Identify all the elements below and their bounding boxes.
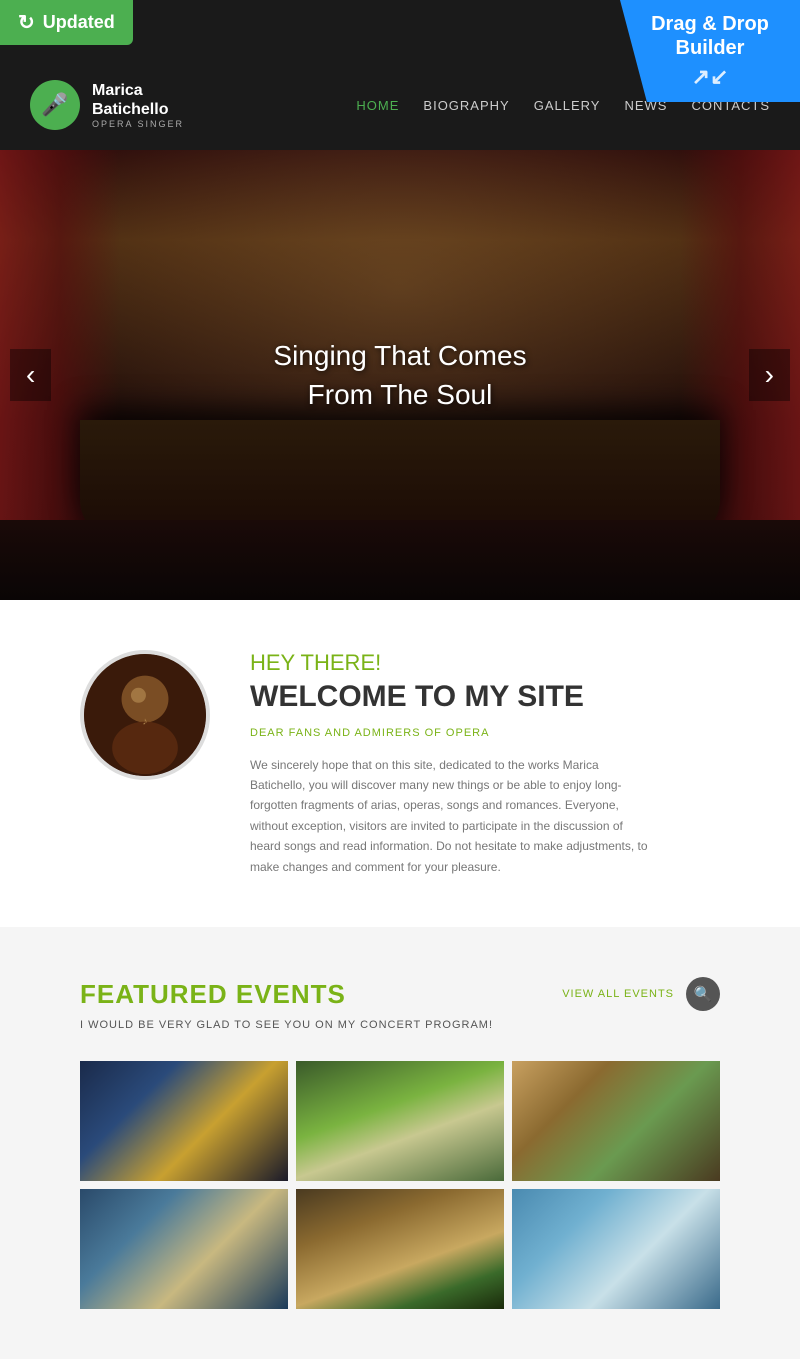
gallery-image-london	[80, 1061, 288, 1181]
svg-text:♪: ♪	[142, 716, 147, 727]
top-bar: ↻ Updated Drag & DropBuilder ↗↙	[0, 0, 800, 60]
artist-name: Marica Batichello	[92, 81, 184, 119]
avatar-portrait: ♪	[84, 650, 206, 780]
gallery-image-paris	[296, 1061, 504, 1181]
search-icon: 🔍	[694, 985, 713, 1003]
dnd-arrows-icon: ↗↙	[638, 64, 782, 90]
fans-label: DEAR FANS AND ADMIRERS OF OPERA	[250, 724, 650, 743]
avatar-container: ♪	[80, 650, 210, 780]
dnd-badge: Drag & DropBuilder ↗↙	[620, 0, 800, 102]
avatar: ♪	[80, 650, 210, 780]
nav-home[interactable]: HOME	[356, 98, 399, 113]
hero-text: Singing That ComesFrom The Soul	[273, 336, 526, 414]
events-subtitle: I WOULD BE VERY GLAD TO SEE YOU ON MY CO…	[80, 1019, 720, 1031]
gallery-item-4[interactable]	[80, 1189, 288, 1309]
site-name: Marica Batichello OPERA SINGER	[92, 81, 184, 129]
nav-biography[interactable]: BIOGRAPHY	[423, 98, 509, 113]
hero-headline: Singing That ComesFrom The Soul	[273, 336, 526, 414]
welcome-body: We sincerely hope that on this site, ded…	[250, 755, 650, 877]
hey-label: HEY THERE!	[250, 650, 650, 676]
gallery-item-6[interactable]	[512, 1189, 720, 1309]
welcome-content: HEY THERE! WELCOME TO MY SITE DEAR FANS …	[250, 650, 650, 877]
welcome-title: WELCOME TO MY SITE	[250, 680, 650, 714]
artist-subtitle: OPERA SINGER	[92, 119, 184, 129]
gallery-item-5[interactable]	[296, 1189, 504, 1309]
gallery-image-colosseum	[296, 1189, 504, 1309]
gallery-grid	[80, 1061, 720, 1309]
updated-label: Updated	[43, 12, 115, 33]
events-title: FEATURED EVENTS	[80, 979, 562, 1010]
logo-area: 🎤 Marica Batichello OPERA SINGER	[30, 80, 184, 130]
events-section: FEATURED EVENTS VIEW ALL EVENTS 🔍 I WOUL…	[0, 927, 800, 1359]
seats-area	[0, 520, 800, 600]
logo-icon: 🎤	[30, 80, 80, 130]
search-button[interactable]: 🔍	[686, 977, 720, 1011]
updated-badge: ↻ Updated	[0, 0, 133, 45]
gallery-image-gaudi	[512, 1061, 720, 1181]
nav-gallery[interactable]: GALLERY	[534, 98, 601, 113]
events-header: FEATURED EVENTS VIEW ALL EVENTS 🔍	[80, 977, 720, 1011]
gallery-image-rio	[512, 1189, 720, 1309]
prev-slide-button[interactable]: ‹	[10, 349, 51, 401]
hero-section: Singing That ComesFrom The Soul ‹ ›	[0, 150, 800, 600]
view-all-link[interactable]: VIEW ALL EVENTS	[562, 988, 674, 1000]
gallery-item-1[interactable]	[80, 1061, 288, 1181]
dnd-label: Drag & DropBuilder	[651, 13, 769, 59]
gallery-item-3[interactable]	[512, 1061, 720, 1181]
welcome-section: ♪ HEY THERE! WELCOME TO MY SITE DEAR FAN…	[0, 600, 800, 927]
gallery-item-2[interactable]	[296, 1061, 504, 1181]
refresh-icon: ↻	[18, 10, 35, 35]
mic-icon: 🎤	[41, 92, 68, 118]
gallery-image-canal	[80, 1189, 288, 1309]
next-slide-button[interactable]: ›	[749, 349, 790, 401]
